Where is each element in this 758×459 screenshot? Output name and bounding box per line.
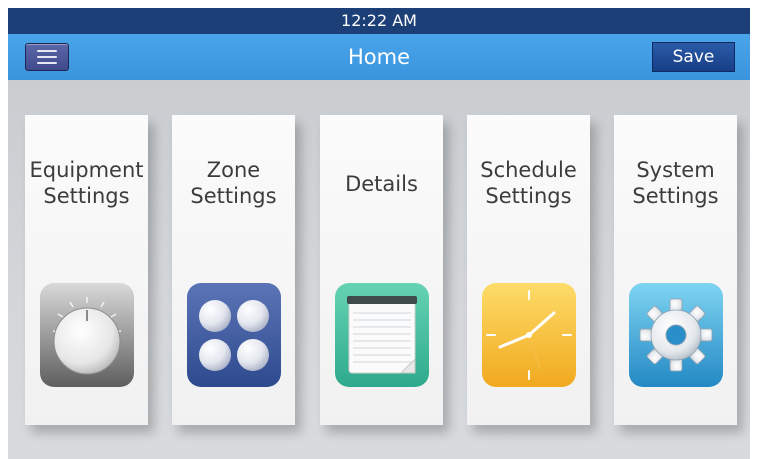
notepad-icon [335,283,429,387]
card-zone-settings[interactable]: Zone Settings [172,115,295,425]
card-label: Zone Settings [190,158,277,208]
card-label: Schedule Settings [480,158,577,208]
page-title: Home [347,45,410,69]
status-bar: 12:22 AM [8,8,750,34]
dial-knob-icon [40,283,134,387]
card-details[interactable]: Details [320,115,443,425]
card-schedule-settings[interactable]: Schedule Settings [467,115,590,425]
card-label: System Settings [632,158,719,208]
card-system-settings[interactable]: System Settings [614,115,737,425]
card-label: Details [345,172,418,196]
home-tiles-area: Equipment Settings Zone Settings Details… [8,80,750,459]
app-window: 12:22 AM Home Save Equipment Settings Zo… [8,8,750,459]
save-button[interactable]: Save [652,42,735,72]
gear-icon [629,283,723,387]
clock-icon [482,283,576,387]
zone-buttons-icon [187,283,281,387]
status-time: 12:22 AM [341,11,417,30]
card-label: Equipment Settings [29,158,144,208]
card-equipment-settings[interactable]: Equipment Settings [25,115,148,425]
header-bar: Home Save [8,34,750,80]
